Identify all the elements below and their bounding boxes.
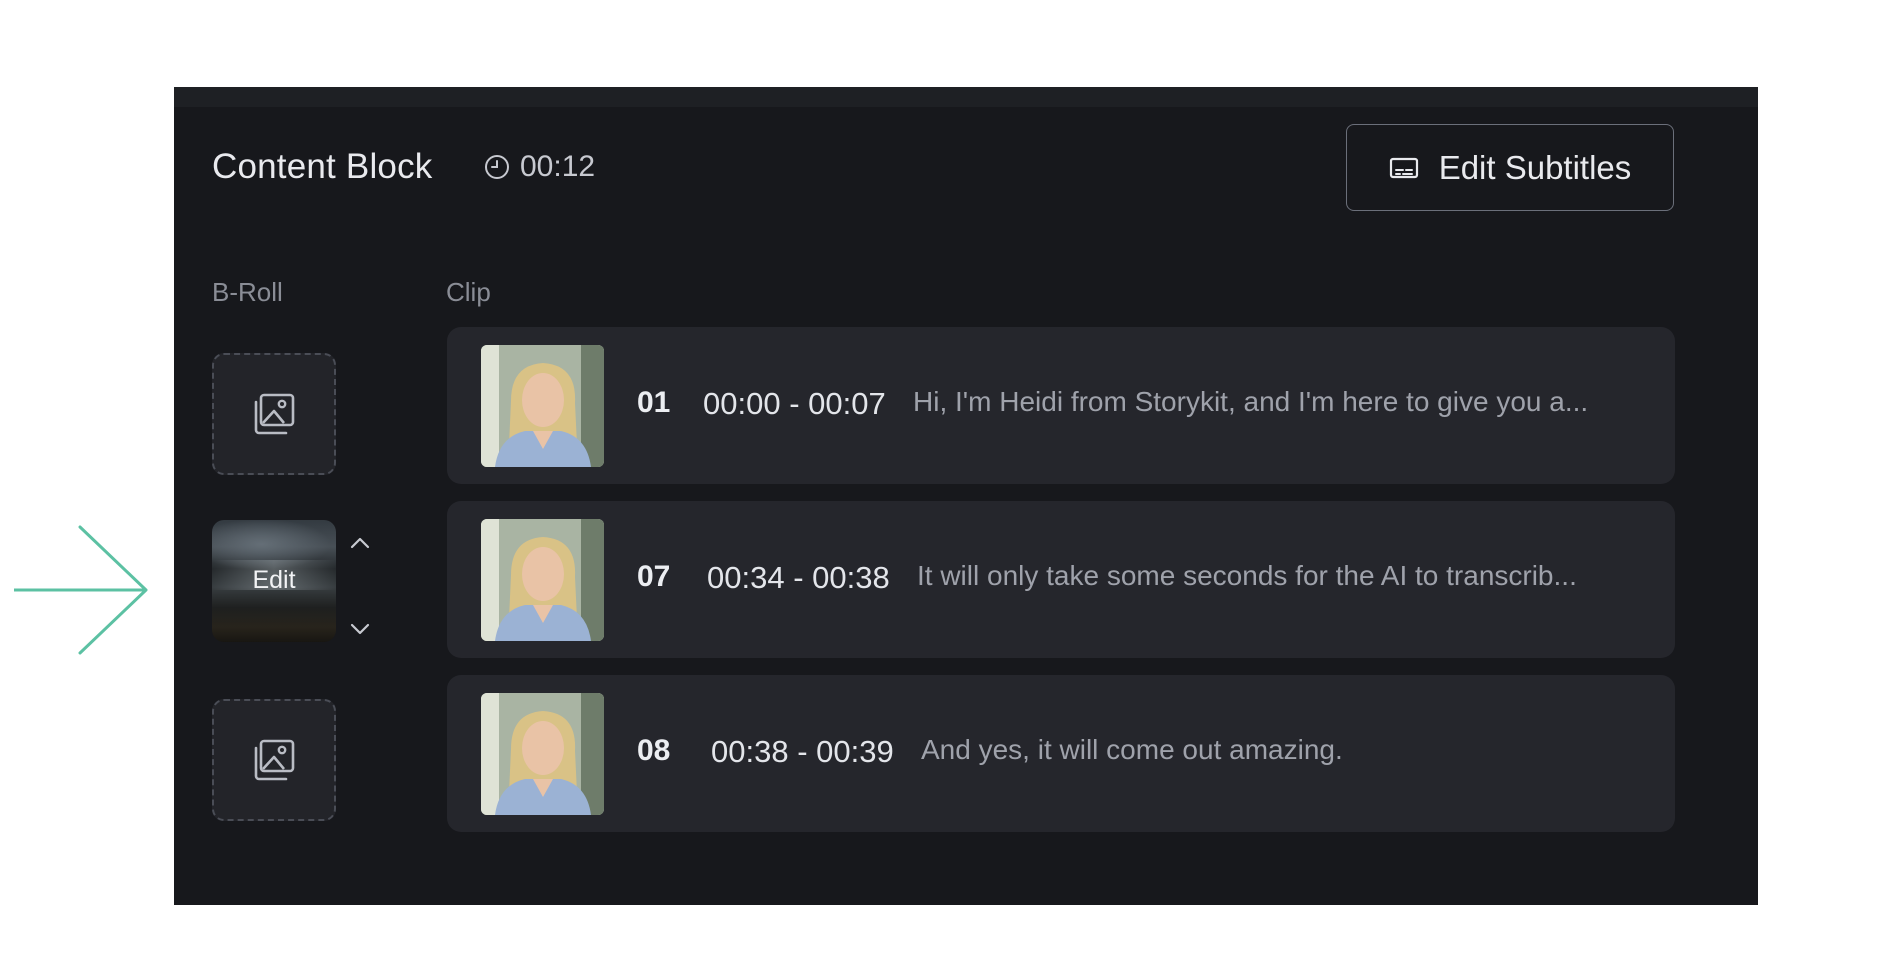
clip-row[interactable]: 01 00:00 - 00:07 Hi, I'm Heidi from Stor…: [447, 327, 1675, 484]
content-block-title: Content Block: [212, 147, 433, 186]
clip-timestamp: 00:34 - 00:38: [707, 560, 890, 595]
speaker-portrait: [481, 519, 604, 641]
broll-edit-label: Edit: [252, 566, 296, 594]
clip-transcript: And yes, it will come out amazing.: [921, 734, 1343, 765]
speaker-portrait: [481, 345, 604, 467]
add-image-icon: [254, 393, 295, 435]
duration-value: 00:12: [520, 150, 596, 183]
panel-top-band: [174, 87, 1758, 107]
clip-number: 01: [637, 386, 671, 419]
clip-thumbnail: [481, 693, 604, 815]
clip-timestamp: 00:38 - 00:39: [711, 734, 894, 769]
broll-thumbnail[interactable]: Edit: [212, 520, 336, 642]
clip-thumbnail: [481, 345, 604, 467]
speaker-portrait: [481, 693, 604, 815]
clip-thumbnail: [481, 519, 604, 641]
clock-icon: [485, 155, 509, 179]
edit-subtitles-button[interactable]: Edit Subtitles: [1346, 124, 1674, 211]
annotation-arrow-icon: [14, 525, 148, 655]
content-block-panel: Content Block 00:12 Edit Subtitles B-Rol…: [174, 87, 1758, 905]
chevron-up-icon[interactable]: [349, 535, 371, 551]
clip-number: 08: [637, 734, 671, 767]
subtitles-icon: [1389, 157, 1418, 178]
clip-transcript: It will only take some seconds for the A…: [917, 560, 1577, 591]
clip-row[interactable]: 07 00:34 - 00:38 It will only take some …: [447, 501, 1675, 658]
clip-transcript: Hi, I'm Heidi from Storykit, and I'm her…: [913, 386, 1589, 417]
clip-column-header: Clip: [446, 277, 491, 307]
add-image-icon: [254, 739, 295, 781]
add-broll-button[interactable]: [212, 353, 336, 475]
clip-number: 07: [637, 560, 671, 593]
edit-subtitles-label: Edit Subtitles: [1438, 148, 1632, 186]
clip-timestamp: 00:00 - 00:07: [703, 386, 886, 421]
clip-row[interactable]: 08 00:38 - 00:39 And yes, it will come o…: [447, 675, 1675, 832]
broll-column-header: B-Roll: [212, 277, 283, 307]
block-duration: 00:12: [484, 150, 595, 184]
chevron-down-icon[interactable]: [349, 621, 371, 637]
add-broll-button[interactable]: [212, 699, 336, 821]
